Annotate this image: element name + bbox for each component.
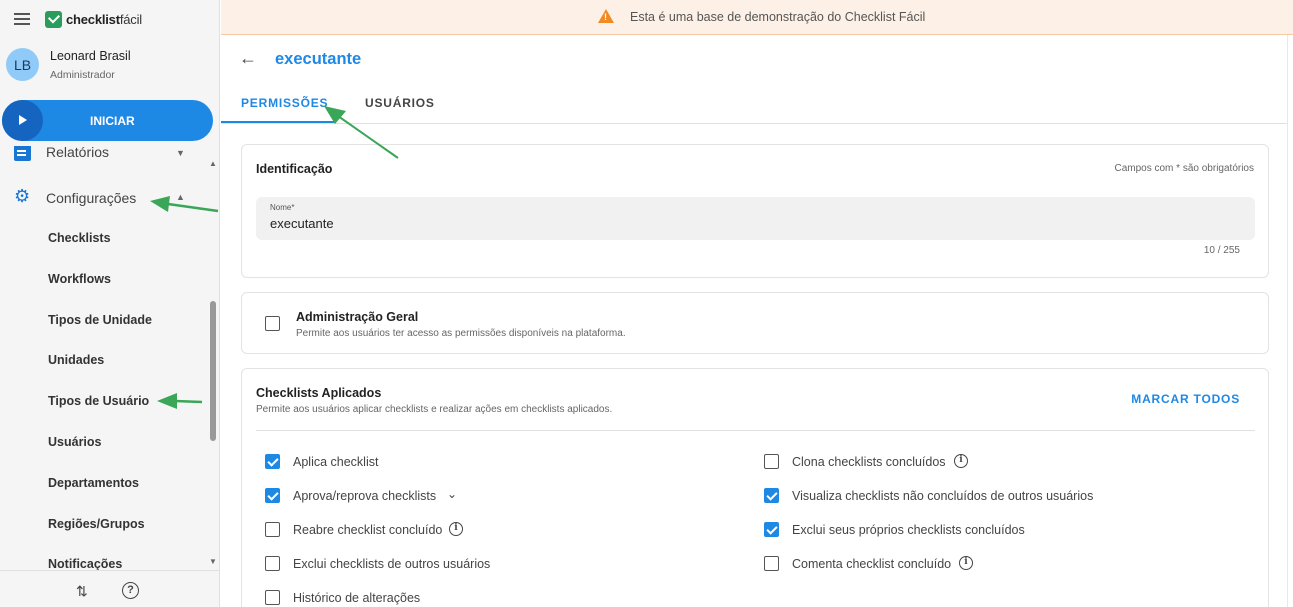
sidebar: checklistfácil LB Leonard Brasil Adminis…	[0, 0, 220, 607]
admin-description: Permite aos usuários ter acesso as permi…	[296, 328, 626, 339]
sidebar-subitem-user-types[interactable]: Tipos de Usuário	[48, 394, 149, 408]
perm-label: Aprova/reprova checklists	[293, 489, 437, 503]
sidebar-subitem-units[interactable]: Unidades	[48, 353, 104, 367]
scroll-down-icon[interactable]: ▼	[209, 557, 217, 566]
sidebar-item-reports[interactable]: Relatórios ▼	[0, 146, 207, 172]
name-field-label: Nome*	[270, 203, 295, 212]
menu-icon[interactable]	[14, 13, 30, 25]
divider	[256, 430, 1255, 431]
sidebar-subitem-users[interactable]: Usuários	[48, 435, 102, 449]
sidebar-scrollbar[interactable]: ▲ ▼	[207, 155, 219, 570]
tab-bar: PERMISSÕES USUÁRIOS	[221, 82, 1287, 124]
perm-checkbox-comment[interactable]	[764, 556, 779, 571]
required-note: Campos com * são obrigatórios	[1114, 163, 1254, 174]
sidebar-item-label: Relatórios	[46, 146, 110, 160]
user-name: Leonard Brasil	[50, 48, 131, 63]
perm-checkbox-clone[interactable]	[764, 454, 779, 469]
warning-icon	[598, 9, 614, 23]
sidebar-item-settings[interactable]: ⚙ Configurações ▲	[0, 186, 207, 216]
logo-text-light: fácil	[119, 12, 142, 27]
info-icon[interactable]: i	[959, 556, 973, 570]
admin-title: Administração Geral	[296, 310, 419, 324]
perm-label: Exclui seus próprios checklists concluíd…	[792, 523, 1025, 537]
perm-checkbox-apply[interactable]	[265, 454, 280, 469]
sidebar-footer: ⇅ ?	[0, 570, 220, 607]
identification-card: Identificação Campos com * são obrigatór…	[241, 144, 1269, 278]
sidebar-menu: Relatórios ▼ ⚙ Configurações ▲ Checklist…	[0, 146, 207, 570]
name-field-value[interactable]: executante	[270, 216, 334, 231]
checklists-applied-card: Checklists Aplicados Permite aos usuário…	[241, 368, 1269, 607]
play-icon	[2, 100, 43, 141]
tab-users[interactable]: USUÁRIOS	[365, 96, 435, 110]
active-tab-indicator	[221, 121, 336, 123]
sidebar-subitem-regions[interactable]: Regiões/Grupos	[48, 517, 145, 531]
section-description: Permite aos usuários aplicar checklists …	[256, 404, 613, 415]
avatar: LB	[6, 48, 39, 81]
perm-checkbox-history[interactable]	[265, 590, 280, 605]
sidebar-scroll-thumb[interactable]	[210, 301, 216, 441]
demo-banner: Esta é uma base de demonstração do Check…	[221, 0, 1293, 35]
swap-vertical-icon[interactable]: ⇅	[76, 583, 88, 600]
name-field[interactable]: Nome* executante	[256, 197, 1255, 240]
user-profile[interactable]: LB Leonard Brasil Administrador	[6, 48, 131, 81]
mark-all-button[interactable]: MARCAR TODOS	[1131, 392, 1240, 406]
app-logo[interactable]: checklistfácil	[45, 11, 142, 28]
page-title: executante	[275, 50, 362, 68]
gear-icon: ⚙	[14, 186, 31, 206]
banner-text: Esta é uma base de demonstração do Check…	[630, 10, 926, 24]
perm-label: Comenta checklist concluído	[792, 557, 952, 571]
perm-checkbox-view-others[interactable]	[764, 488, 779, 503]
admin-card: Administração Geral Permite aos usuários…	[241, 292, 1269, 354]
info-icon[interactable]: i	[449, 522, 463, 536]
char-counter: 10 / 255	[1203, 245, 1240, 256]
report-icon	[14, 146, 31, 161]
sidebar-item-label: Configurações	[46, 190, 137, 206]
perm-checkbox-delete-others[interactable]	[265, 556, 280, 571]
sidebar-subitem-notifications[interactable]: Notificações	[48, 557, 122, 570]
perm-label: Clona checklists concluídos	[792, 455, 946, 469]
admin-checkbox[interactable]	[265, 316, 280, 331]
start-button-label: INICIAR	[90, 114, 135, 128]
scroll-up-icon[interactable]: ▲	[209, 159, 217, 168]
perm-label: Aplica checklist	[293, 455, 379, 469]
main-scrollbar[interactable]	[1287, 35, 1293, 607]
sidebar-subitem-checklists[interactable]: Checklists	[48, 231, 111, 245]
chevron-down-icon[interactable]: ⌄	[447, 487, 457, 501]
perm-checkbox-reopen[interactable]	[265, 522, 280, 537]
logo-check-icon	[45, 11, 62, 28]
section-title: Checklists Aplicados	[256, 386, 382, 400]
chevron-up-icon: ▲	[176, 192, 185, 202]
perm-checkbox-approve[interactable]	[265, 488, 280, 503]
start-button[interactable]: INICIAR	[2, 100, 213, 141]
sidebar-subitem-unit-types[interactable]: Tipos de Unidade	[48, 313, 152, 327]
perm-label: Histórico de alterações	[293, 591, 421, 605]
perm-checkbox-delete-own[interactable]	[764, 522, 779, 537]
back-arrow-icon[interactable]: ←	[239, 48, 257, 69]
sidebar-subitem-departments[interactable]: Departamentos	[48, 476, 139, 490]
perm-label: Reabre checklist concluído	[293, 523, 443, 537]
tab-permissions[interactable]: PERMISSÕES	[241, 96, 328, 110]
logo-text-bold: checklist	[66, 12, 120, 27]
user-role: Administrador	[50, 68, 115, 81]
section-title: Identificação	[256, 162, 333, 176]
brand-bar: checklistfácil	[0, 0, 220, 38]
chevron-down-icon: ▼	[176, 148, 185, 158]
sidebar-subitem-workflows[interactable]: Workflows	[48, 272, 111, 286]
perm-label: Exclui checklists de outros usuários	[293, 557, 491, 571]
perm-label: Visualiza checklists não concluídos de o…	[792, 489, 1094, 503]
info-icon[interactable]: i	[954, 454, 968, 468]
help-icon[interactable]: ?	[122, 582, 139, 599]
